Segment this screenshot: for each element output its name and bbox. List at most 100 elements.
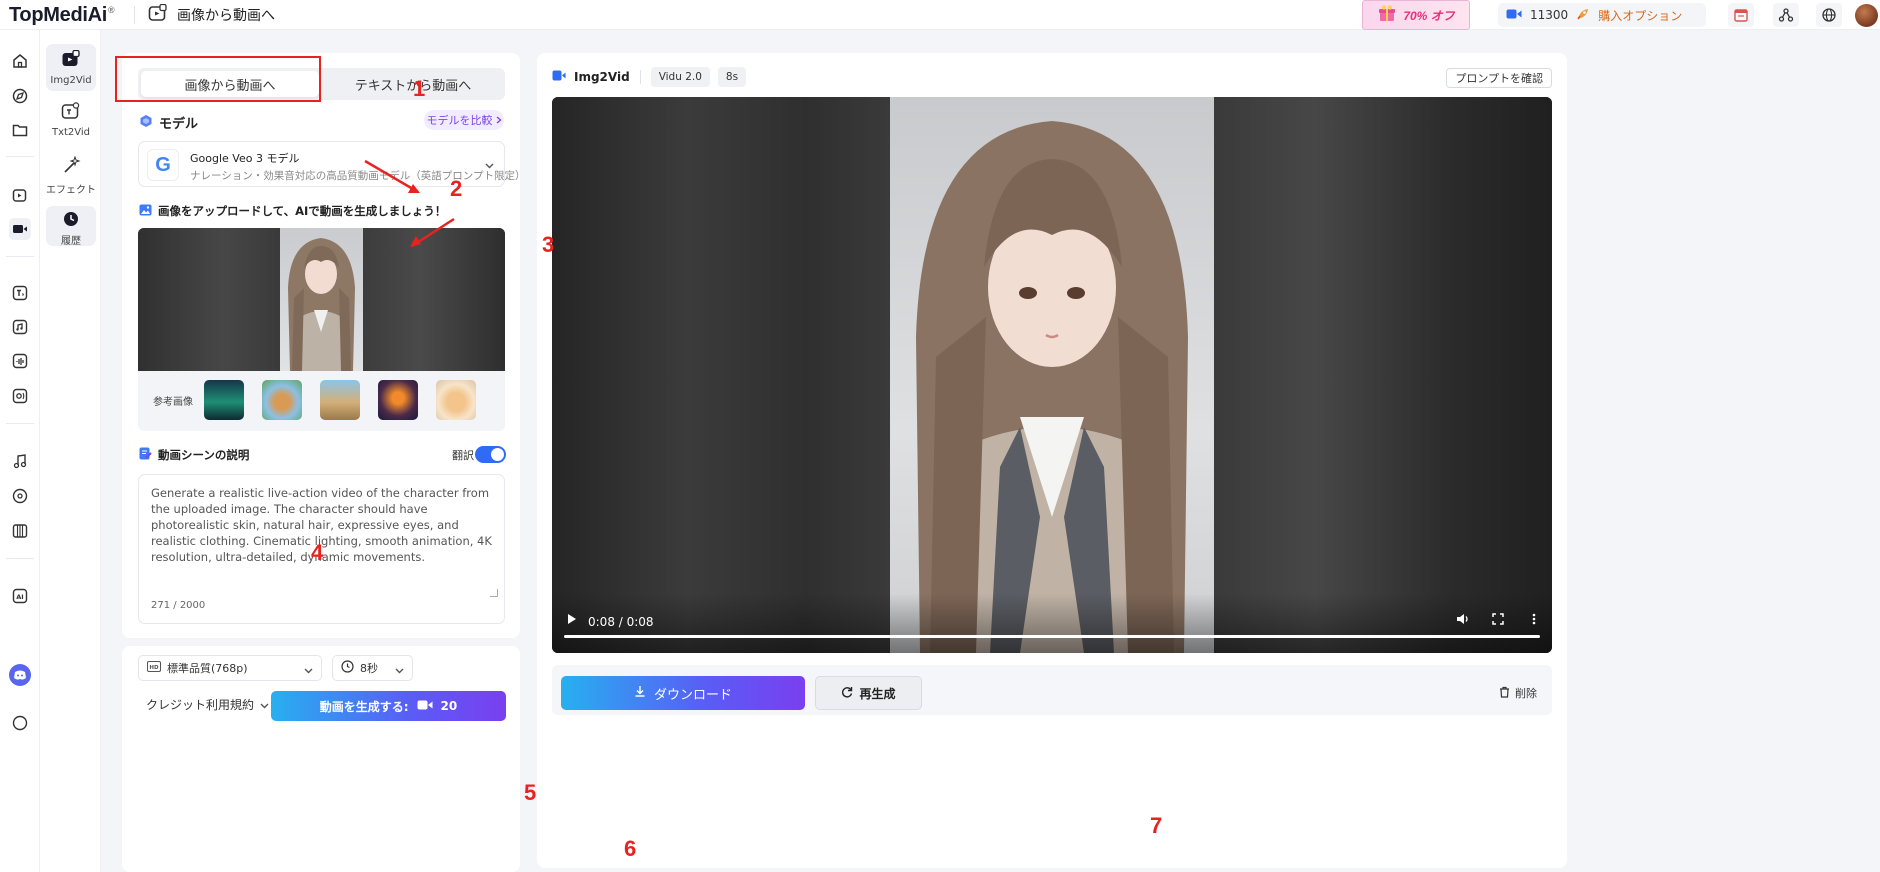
blur-background	[363, 228, 505, 371]
credit-count: 11300	[1530, 8, 1569, 22]
annotation-1: 1	[413, 76, 426, 101]
folder-icon[interactable]	[9, 119, 31, 141]
app-logo[interactable]: TopMediAi®	[9, 4, 115, 27]
translate-toggle[interactable]	[475, 446, 506, 463]
video-camera-icon	[417, 699, 433, 714]
reference-thumb-aurora[interactable]	[204, 380, 244, 420]
prompt-text[interactable]: Generate a realistic live-action video o…	[151, 485, 496, 565]
home-icon[interactable]	[9, 50, 31, 72]
subnav-history[interactable]: 履歴	[46, 206, 96, 247]
annotation-7: 7	[1150, 813, 1163, 838]
svg-text:AI: AI	[16, 593, 23, 601]
sub-nav: Img2Vid Txt2Vid エフェクト 履歴	[40, 30, 101, 872]
video-camera-icon[interactable]	[9, 218, 31, 240]
volume-icon[interactable]	[1455, 611, 1471, 627]
video-image-icon	[148, 3, 168, 26]
explore-icon[interactable]	[9, 85, 31, 107]
result-header: Img2Vid Vidu 2.0 8s	[552, 67, 747, 87]
ai-icon[interactable]: AI	[9, 585, 31, 607]
audio-tool-icon[interactable]	[9, 350, 31, 372]
img2vid-icon	[61, 49, 81, 72]
blur-background	[138, 228, 280, 371]
promo-banner[interactable]: 70% オフ	[1362, 0, 1470, 30]
reference-thumb-toy[interactable]	[262, 380, 302, 420]
regenerate-button[interactable]: 再生成	[815, 676, 922, 710]
user-avatar[interactable]	[1855, 4, 1878, 27]
chevron-down-icon	[395, 664, 404, 677]
speech-tool-icon[interactable]	[9, 385, 31, 407]
subnav-txt2vid[interactable]: Txt2Vid	[46, 96, 96, 143]
model-pill: Vidu 2.0	[650, 67, 710, 87]
fullscreen-icon[interactable]	[1490, 611, 1506, 627]
main-rail: AI	[0, 30, 40, 872]
generate-video-button[interactable]: 動画を生成する: 20	[271, 691, 506, 721]
user-circle-icon[interactable]	[9, 712, 31, 734]
refresh-icon	[841, 686, 853, 701]
image-video-icon[interactable]	[9, 184, 31, 206]
magic-wand-icon	[61, 155, 81, 178]
divider	[639, 70, 641, 84]
txt2vid-icon	[61, 102, 81, 124]
reference-thumb-rider[interactable]	[320, 380, 360, 420]
video-credit-icon	[1506, 8, 1522, 23]
video-controls	[552, 593, 1552, 653]
top-bar: TopMediAi® 画像から動画へ 70% オフ 11300 購入オプション	[0, 0, 1880, 30]
page-title-group: 画像から動画へ	[148, 3, 275, 26]
compare-models-button[interactable]: モデルを比較	[424, 110, 504, 130]
subnav-img2vid[interactable]: Img2Vid	[46, 44, 96, 91]
duration-select[interactable]: 8秒	[332, 655, 413, 681]
hd-icon: HD	[147, 661, 161, 675]
discord-icon[interactable]	[9, 664, 31, 686]
play-icon[interactable]	[564, 611, 580, 627]
google-logo-icon: G	[147, 149, 179, 181]
credits-bar[interactable]: 11300 購入オプション	[1498, 3, 1706, 27]
annotation-5: 5	[524, 780, 537, 805]
delete-button[interactable]: 削除	[1499, 685, 1537, 701]
subnav-label: エフェクト	[46, 185, 96, 196]
promo-text: 70% オフ	[1403, 8, 1455, 23]
duration-pill: 8s	[717, 67, 747, 87]
model-icon	[139, 114, 153, 132]
download-button[interactable]: ダウンロード	[561, 676, 805, 710]
subnav-label: Txt2Vid	[51, 127, 91, 138]
resize-handle-icon[interactable]	[490, 589, 498, 597]
model-description: ナレーション・効果音対応の高品質動画モデル（英語プロンプト限定）	[190, 170, 526, 182]
blur-background	[552, 97, 890, 653]
clock-icon	[341, 660, 354, 676]
subnav-label: Img2Vid	[50, 75, 92, 86]
uploaded-image-preview[interactable]	[138, 228, 505, 371]
download-icon	[634, 685, 646, 701]
music-note-icon[interactable]	[9, 450, 31, 472]
result-actions: ダウンロード 再生成 削除	[552, 665, 1552, 715]
chevron-down-icon	[485, 158, 494, 173]
reference-label: 参考画像	[153, 397, 193, 408]
annotation-3: 3	[542, 232, 555, 257]
reference-images: 参考画像	[138, 371, 505, 431]
page-title: 画像から動画へ	[177, 8, 275, 24]
calendar-icon[interactable]	[1728, 3, 1754, 27]
gift-icon	[1377, 4, 1397, 26]
divider	[6, 558, 34, 559]
buy-option-link[interactable]: 購入オプション	[1598, 7, 1682, 24]
subnav-effects[interactable]: エフェクト	[46, 150, 96, 201]
video-player[interactable]: 0:08 / 0:08	[552, 97, 1552, 653]
quality-select[interactable]: HD 標準品質(768p)	[138, 655, 322, 681]
voice-changer-icon[interactable]	[9, 316, 31, 338]
vinyl-icon[interactable]	[9, 485, 31, 507]
generate-panel: HD 標準品質(768p) 8秒 クレジット利用規約 動画を生成する: 20	[122, 646, 520, 872]
annotation-highlight-box	[115, 56, 321, 102]
globe-icon[interactable]	[1816, 3, 1842, 27]
scene-section-title: 動画シーンの説明	[139, 447, 249, 463]
reference-thumb-cat[interactable]	[436, 380, 476, 420]
chevron-right-icon	[496, 114, 502, 127]
confirm-prompt-button[interactable]: プロンプトを確認	[1446, 68, 1552, 88]
share-network-icon[interactable]	[1773, 3, 1799, 27]
credit-terms-dropdown[interactable]: クレジット利用規約	[146, 696, 269, 713]
chevron-down-icon	[260, 698, 269, 712]
result-panel: Img2Vid Vidu 2.0 8s プロンプトを確認 0:08 / 0:08…	[537, 53, 1567, 868]
video-progress-bar[interactable]	[564, 635, 1540, 638]
piano-icon[interactable]	[9, 520, 31, 542]
reference-thumb-car[interactable]	[378, 380, 418, 420]
more-options-icon[interactable]	[1526, 611, 1542, 627]
text-to-speech-icon[interactable]	[9, 282, 31, 304]
